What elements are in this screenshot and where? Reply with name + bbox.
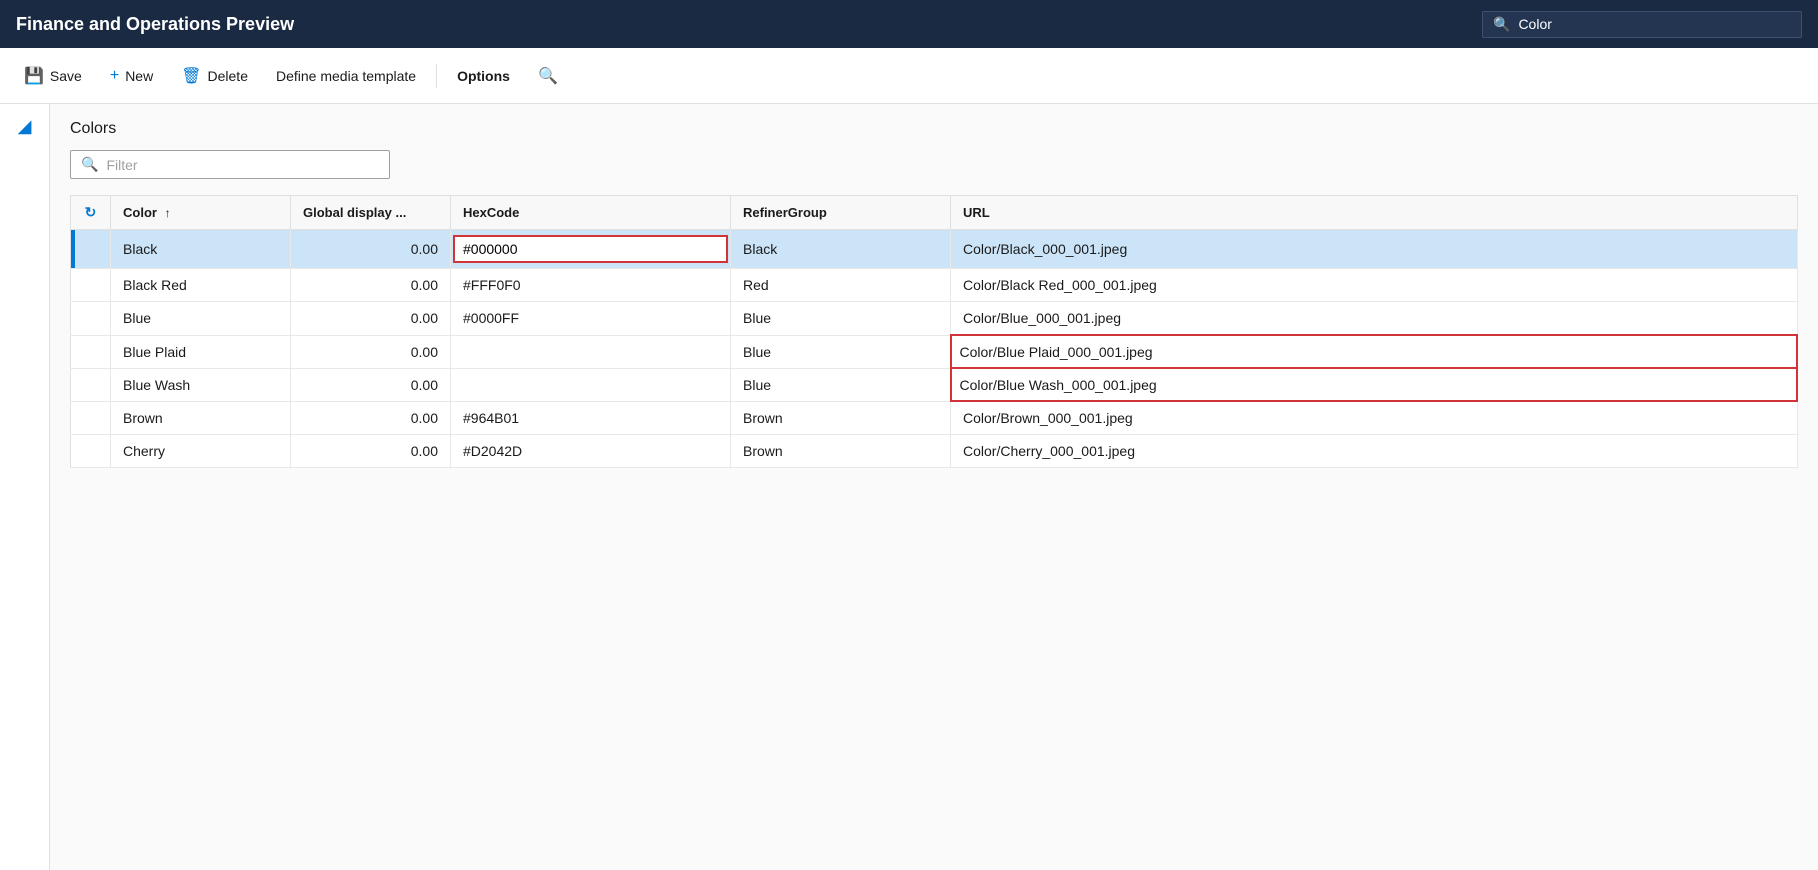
table-row[interactable]: Black0.00BlackColor/Black_000_001.jpeg xyxy=(71,230,1798,269)
cell-url: Color/Black Red_000_001.jpeg xyxy=(951,269,1798,302)
filter-search-icon: 🔍 xyxy=(81,156,98,173)
selected-row-bar xyxy=(71,230,75,268)
content-panel: Colors 🔍 ↻ Color ↑ Glo xyxy=(50,104,1818,870)
cell-global-display: 0.00 xyxy=(291,230,451,269)
filter-input[interactable] xyxy=(106,157,379,173)
col-header-global-display[interactable]: Global display ... xyxy=(291,196,451,230)
cell-color: Blue xyxy=(111,302,291,336)
toolbar-search-icon: 🔍 xyxy=(538,66,558,86)
cell-global-display: 0.00 xyxy=(291,335,451,368)
sort-icon: ↑ xyxy=(165,206,171,220)
cell-refiner-group: Black xyxy=(731,230,951,269)
table-row[interactable]: Blue0.00#0000FFBlueColor/Blue_000_001.jp… xyxy=(71,302,1798,336)
cell-url: Color/Black_000_001.jpeg xyxy=(951,230,1798,269)
row-indicator-cell xyxy=(71,435,111,468)
table-row[interactable]: Blue Plaid0.00 BlueColor/Blue Plaid_000_0… xyxy=(71,335,1798,368)
cell-url: Color/Brown_000_001.jpeg xyxy=(951,401,1798,435)
cell-url: Color/Cherry_000_001.jpeg xyxy=(951,435,1798,468)
new-button[interactable]: + New xyxy=(98,61,165,91)
data-table: ↻ Color ↑ Global display ... HexCode Ref… xyxy=(70,195,1798,468)
cell-refiner-group: Blue xyxy=(731,335,951,368)
cell-color: Cherry xyxy=(111,435,291,468)
cell-refiner-group: Brown xyxy=(731,435,951,468)
cell-color: Black Red xyxy=(111,269,291,302)
cell-color: Brown xyxy=(111,401,291,435)
row-indicator-cell xyxy=(71,368,111,401)
delete-button[interactable]: 🗑 Delete xyxy=(169,60,260,92)
cell-hexcode[interactable] xyxy=(451,230,731,269)
cell-url: Color/Blue Plaid_000_001.jpeg xyxy=(951,335,1798,368)
main-area: ◢ Colors 🔍 ↻ Color ↑ xyxy=(0,104,1818,870)
table-row[interactable]: Brown0.00#964B01BrownColor/Brown_000_001… xyxy=(71,401,1798,435)
filter-container: 🔍 xyxy=(70,150,1798,179)
col-header-url[interactable]: URL xyxy=(951,196,1798,230)
row-indicator-cell xyxy=(71,401,111,435)
sidebar-panel: ◢ xyxy=(0,104,50,870)
cell-hexcode: #FFF0F0 xyxy=(451,269,731,302)
table-header-row: ↻ Color ↑ Global display ... HexCode Ref… xyxy=(71,196,1798,230)
define-media-button[interactable]: Define media template xyxy=(264,62,428,90)
cell-global-display: 0.00 xyxy=(291,302,451,336)
app-title: Finance and Operations Preview xyxy=(16,14,294,35)
search-input[interactable] xyxy=(1518,16,1791,32)
cell-refiner-group: Brown xyxy=(731,401,951,435)
toolbar-divider xyxy=(436,64,437,88)
row-indicator-cell xyxy=(71,302,111,336)
toolbar: 💾 Save + New 🗑 Delete Define media templ… xyxy=(0,48,1818,104)
cell-color: Blue Wash xyxy=(111,368,291,401)
row-indicator-cell xyxy=(71,335,111,368)
cell-url: Color/Blue Wash_000_001.jpeg xyxy=(951,368,1798,401)
cell-refiner-group: Blue xyxy=(731,368,951,401)
cell-color: Black xyxy=(111,230,291,269)
cell-refiner-group: Red xyxy=(731,269,951,302)
cell-global-display: 0.00 xyxy=(291,435,451,468)
col-header-refresh[interactable]: ↻ xyxy=(71,196,111,230)
col-header-color[interactable]: Color ↑ xyxy=(111,196,291,230)
save-button[interactable]: 💾 Save xyxy=(12,60,94,92)
col-header-refiner-group[interactable]: RefinerGroup xyxy=(731,196,951,230)
filter-icon[interactable]: ◢ xyxy=(18,116,32,137)
options-button[interactable]: Options xyxy=(445,62,522,90)
cell-hexcode: #0000FF xyxy=(451,302,731,336)
search-icon: 🔍 xyxy=(1493,16,1510,33)
toolbar-search-button[interactable]: 🔍 xyxy=(526,60,570,92)
section-title: Colors xyxy=(70,120,1798,138)
cell-hexcode: #964B01 xyxy=(451,401,731,435)
hexcode-input[interactable] xyxy=(463,241,718,257)
save-icon: 💾 xyxy=(24,66,44,86)
cell-hexcode xyxy=(451,335,731,368)
cell-hexcode xyxy=(451,368,731,401)
filter-input-wrapper[interactable]: 🔍 xyxy=(70,150,390,179)
table-row[interactable]: Black Red0.00#FFF0F0RedColor/Black Red_0… xyxy=(71,269,1798,302)
global-search[interactable]: 🔍 xyxy=(1482,11,1802,38)
cell-global-display: 0.00 xyxy=(291,401,451,435)
cell-global-display: 0.00 xyxy=(291,269,451,302)
table-row[interactable]: Blue Wash0.00 BlueColor/Blue Wash_000_001… xyxy=(71,368,1798,401)
table-row[interactable]: Cherry0.00#D2042DBrownColor/Cherry_000_0… xyxy=(71,435,1798,468)
col-header-hexcode[interactable]: HexCode xyxy=(451,196,731,230)
cell-url: Color/Blue_000_001.jpeg xyxy=(951,302,1798,336)
cell-color: Blue Plaid xyxy=(111,335,291,368)
row-indicator-cell xyxy=(71,269,111,302)
refresh-icon[interactable]: ↻ xyxy=(85,204,97,220)
cell-refiner-group: Blue xyxy=(731,302,951,336)
row-indicator-cell xyxy=(71,230,111,269)
plus-icon: + xyxy=(110,67,119,85)
cell-global-display: 0.00 xyxy=(291,368,451,401)
cell-hexcode: #D2042D xyxy=(451,435,731,468)
delete-icon: 🗑 xyxy=(181,66,201,86)
top-bar: Finance and Operations Preview 🔍 xyxy=(0,0,1818,48)
